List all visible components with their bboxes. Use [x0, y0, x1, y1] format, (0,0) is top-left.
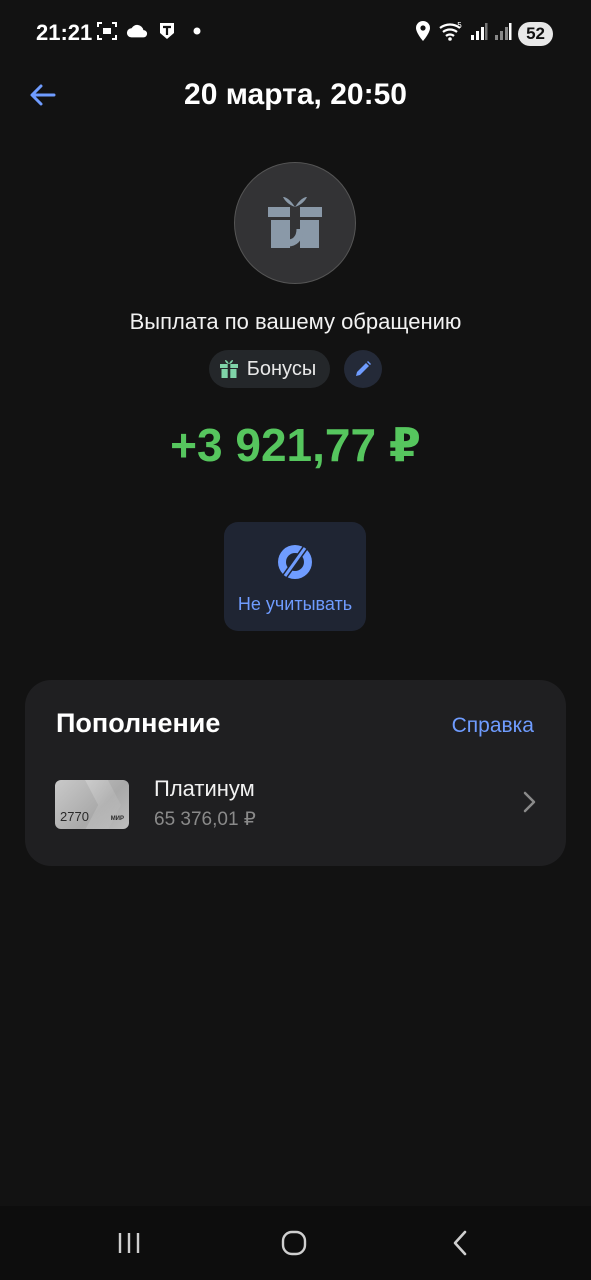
status-time: 21:21: [36, 20, 93, 45]
screenshot-icon: [96, 20, 118, 42]
status-left-icons: [96, 20, 208, 42]
source-card: Пополнение Справка 2770 МИР Платинум 65 …: [25, 680, 566, 866]
system-back-button[interactable]: [440, 1228, 480, 1258]
gift-icon: [219, 360, 238, 378]
transaction-tags: Бонусы: [0, 350, 591, 388]
dot-icon: [186, 20, 208, 42]
battery-indicator: 52: [518, 21, 553, 46]
card-brand: МИР: [110, 816, 124, 822]
account-row[interactable]: 2770 МИР Платинум 65 376,01 ₽: [25, 776, 566, 836]
status-right-icons: 5 52: [414, 20, 553, 47]
signal-icon: [470, 21, 488, 46]
svg-text:5: 5: [457, 21, 462, 30]
exclude-icon: [278, 545, 312, 579]
location-icon: [414, 20, 432, 47]
transaction-avatar: [234, 162, 356, 284]
home-icon: [281, 1230, 307, 1256]
edit-category-button[interactable]: [344, 350, 383, 388]
help-link[interactable]: Справка: [452, 714, 534, 738]
section-title: Пополнение: [56, 708, 221, 738]
cloud-icon: [126, 20, 148, 42]
chevron-right-icon: [523, 791, 536, 813]
pencil-icon: [356, 361, 372, 376]
header: 20 марта, 20:50: [0, 70, 591, 120]
home-button[interactable]: [274, 1228, 314, 1258]
recent-apps-button[interactable]: [109, 1228, 149, 1258]
back-icon: [453, 1230, 467, 1256]
exclude-label: Не учитывать: [237, 594, 353, 614]
account-balance: 65 376,01 ₽: [154, 809, 256, 830]
transaction-description: Выплата по вашему обращению: [129, 309, 462, 334]
category-chip[interactable]: Бонусы: [208, 350, 331, 388]
account-name: Платинум: [154, 776, 255, 801]
category-label: Бонусы: [246, 357, 317, 380]
transaction-amount: +3 921,77 ₽: [170, 419, 421, 471]
system-nav-bar: [0, 1206, 591, 1280]
wifi-icon: 5: [438, 20, 464, 47]
exclude-button[interactable]: Не учитывать: [224, 522, 366, 631]
app-t-icon: [156, 20, 178, 42]
bank-card-thumbnail: 2770 МИР: [55, 780, 129, 829]
status-bar: 21:21 5 52: [0, 0, 591, 64]
signal-icon: [494, 21, 512, 46]
page-title: 20 марта, 20:50: [184, 78, 407, 111]
gift-icon: [268, 197, 322, 248]
card-last-digits: 2770: [60, 809, 89, 824]
recent-apps-icon: [118, 1233, 140, 1253]
